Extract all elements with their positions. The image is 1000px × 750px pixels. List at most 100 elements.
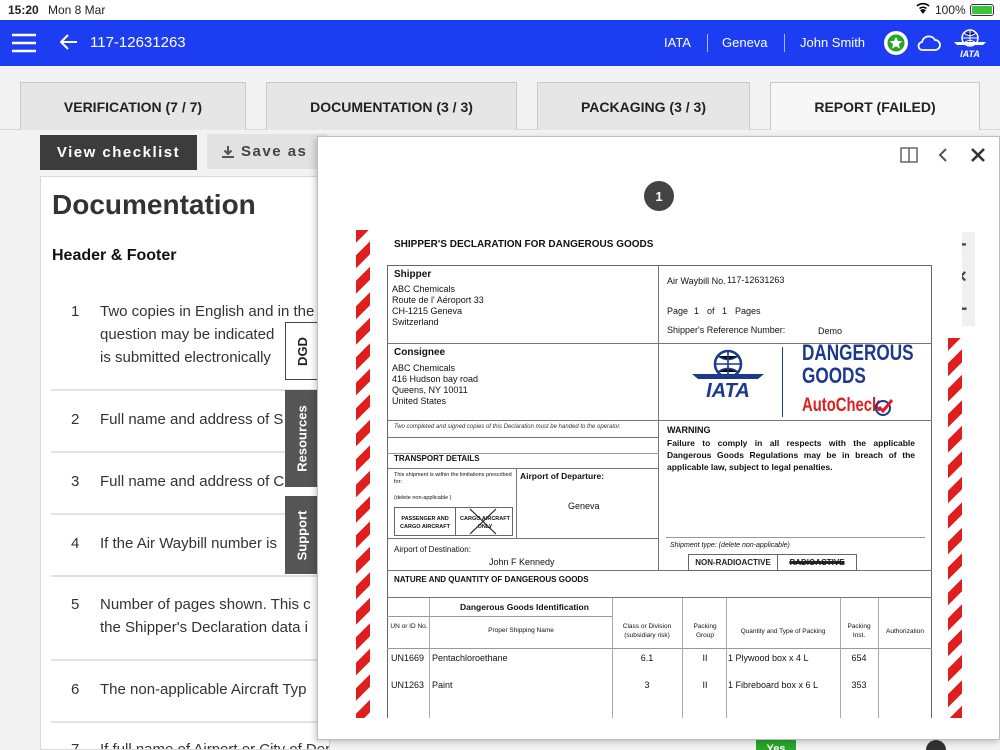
reference-value: Demo	[818, 326, 843, 336]
shipper-line: ABC Chemicals	[392, 284, 456, 294]
side-tab-support[interactable]: Support	[285, 496, 319, 574]
page-total: 1	[722, 306, 728, 316]
divider	[784, 34, 785, 52]
pages-label: Pages	[735, 306, 761, 316]
view-checklist-button[interactable]: View checklist	[40, 135, 197, 170]
reference-label: Shipper's Reference Number:	[667, 325, 786, 335]
row-class: 3	[644, 680, 650, 690]
item-number: 7	[71, 741, 80, 750]
tab-documentation[interactable]: DOCUMENTATION (3 / 3)	[266, 82, 517, 130]
radioactive-box-struck[interactable]: RADIOACTIVE	[777, 554, 857, 571]
row-shipping-name: Pentachloroethane	[432, 653, 508, 663]
page-label: Page	[667, 306, 689, 316]
copies-note: Two completed and signed copies of this …	[394, 424, 621, 430]
declaration-title: SHIPPER'S DECLARATION FOR DANGEROUS GOOD…	[394, 239, 654, 250]
checklist-item[interactable]: 6 The non-applicable Aircraft Typ	[51, 661, 329, 723]
item-number: 4	[71, 535, 80, 552]
row-packing-inst: 654	[851, 653, 867, 663]
shippers-declaration-document: SHIPPER'S DECLARATION FOR DANGEROUS GOOD…	[356, 230, 962, 718]
column-header: UN or ID No.	[390, 623, 428, 630]
step-tabs: VERIFICATION (7 / 7) DOCUMENTATION (3 / …	[0, 66, 1000, 130]
save-as-button[interactable]: Save as	[207, 134, 327, 169]
status-date: Mon 8 Mar	[48, 3, 106, 17]
item-text: the Shipper's Declaration data i	[100, 619, 308, 636]
svg-text:IATA: IATA	[960, 49, 980, 58]
tab-packaging[interactable]: PACKAGING (3 / 3)	[537, 82, 750, 130]
close-icon[interactable]	[970, 147, 986, 168]
shipment-type-label: Shipment type: (delete non-applicable)	[670, 542, 790, 549]
shipper-line: Route de l' Aéroport 33	[392, 295, 484, 305]
tab-verification[interactable]: VERIFICATION (7 / 7)	[20, 82, 246, 130]
battery-percent: 100%	[935, 3, 966, 17]
item-number: 6	[71, 681, 80, 698]
wifi-icon	[916, 2, 930, 17]
destination-value: John F Kennedy	[489, 557, 555, 567]
item-text: Full name and address of S	[100, 411, 284, 428]
split-view-icon[interactable]	[900, 147, 918, 168]
status-time: 15:20	[8, 3, 39, 17]
row-packing-inst: 353	[851, 680, 867, 690]
cloud-icon[interactable]	[916, 33, 942, 58]
row-un-number: UN1263	[391, 680, 425, 690]
departure-value: Geneva	[568, 501, 600, 511]
dg-logo-line3: AutoCheck	[802, 395, 881, 416]
column-header: Packing Group	[693, 623, 717, 639]
column-header: Packing Inst.	[847, 623, 871, 639]
item-text: The non-applicable Aircraft Typ	[100, 681, 307, 698]
menu-icon[interactable]	[12, 33, 36, 58]
item-text: is submitted electronically	[100, 349, 271, 366]
warning-title: WARNING	[667, 425, 711, 435]
side-tab-resources[interactable]: Resources	[285, 390, 319, 487]
column-header: Authorization	[886, 628, 924, 635]
chevron-left-icon[interactable]	[938, 147, 948, 168]
item-text: Two copies in English and in the	[100, 303, 315, 320]
yes-answer-button[interactable]: Yes	[756, 740, 796, 750]
consignee-line: ABC Chemicals	[392, 363, 456, 373]
save-as-label: Save as	[241, 143, 308, 160]
item-number: 3	[71, 473, 80, 490]
app-bar: 117-12631263 IATA Geneva John Smith IATA	[0, 20, 1000, 66]
user-name[interactable]: John Smith	[800, 35, 865, 50]
column-header: Quantity and Type of Packing	[740, 628, 826, 635]
shipper-line: CH-1215 Geneva	[392, 306, 463, 316]
row-quantity: 1 Fibreboard box x 6 L	[728, 680, 819, 690]
consignee-line: Queens, NY 10011	[392, 385, 468, 395]
status-bar: 15:20 Mon 8 Mar 100%	[0, 0, 1000, 20]
section-heading: Header & Footer	[52, 247, 177, 264]
org-label[interactable]: IATA	[664, 35, 691, 50]
row-shipping-name: Paint	[432, 680, 453, 690]
hazard-stripe	[948, 338, 962, 718]
checklist-item[interactable]: 7 If full name of Airport or City of Dep…	[51, 723, 329, 750]
iata-logo: IATA	[688, 348, 768, 404]
tab-report[interactable]: REPORT (FAILED)	[770, 82, 980, 130]
battery-icon	[970, 4, 994, 16]
iata-logo-icon: IATA	[952, 28, 988, 63]
star-badge-icon[interactable]	[884, 31, 908, 55]
declaration-frame	[387, 265, 932, 718]
dg-identification-label: Dangerous Goods Identification	[460, 602, 589, 612]
non-radioactive-box[interactable]: NON-RADIOACTIVE	[688, 554, 778, 571]
item-text: question may be indicated	[100, 326, 275, 343]
consignee-line: 416 Hudson bay road	[392, 374, 479, 384]
dg-logo-line2: GOODS	[802, 363, 866, 388]
iata-logo-text: IATA	[706, 380, 750, 402]
item-text: If the Air Waybill number is	[100, 535, 278, 552]
departure-label: Airport of Departure:	[520, 471, 605, 481]
item-text: Full name and address of C	[100, 473, 285, 490]
page-number-badge: 1	[644, 181, 674, 211]
delete-note: (delete non-applicable )	[394, 495, 452, 501]
page-number: 1	[694, 306, 700, 316]
hazard-stripe	[356, 230, 370, 718]
limitation-note: This shipment is within the limitations …	[394, 472, 512, 485]
station-label[interactable]: Geneva	[722, 35, 768, 50]
checklist-title: Documentation	[52, 189, 256, 220]
pax-cargo-label: PASSENGER AND CARGO AIRCRAFT	[400, 516, 450, 530]
checklist-item[interactable]: 5 Number of pages shown. This c the Ship…	[51, 577, 329, 661]
side-tab-label: DGD	[294, 336, 310, 366]
shipper-label: Shipper	[394, 269, 432, 280]
row-packing-group: II	[702, 680, 708, 690]
info-icon[interactable]	[926, 740, 946, 750]
back-arrow-icon[interactable]	[59, 34, 78, 55]
side-tab-dgd[interactable]: DGD	[285, 322, 319, 380]
checkmark-icon	[874, 398, 894, 421]
